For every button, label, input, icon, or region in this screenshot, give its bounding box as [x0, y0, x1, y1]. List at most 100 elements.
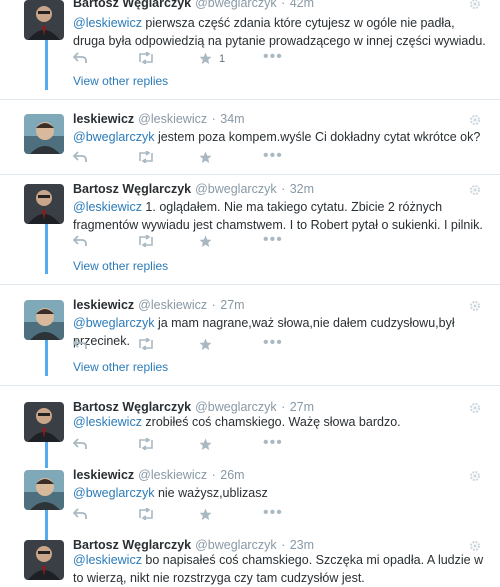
favorite-icon[interactable]	[199, 235, 212, 248]
author-handle[interactable]: @bweglarczyk	[195, 0, 276, 10]
reply-icon[interactable]	[73, 508, 87, 520]
retweet-icon[interactable]	[137, 338, 155, 350]
view-other-replies-link[interactable]: View other replies	[73, 74, 168, 88]
mention-link[interactable]: @bweglarczyk	[73, 486, 154, 500]
gear-icon[interactable]	[469, 0, 481, 10]
author-name[interactable]: Bartosz Węglarczyk	[73, 0, 191, 10]
favorite-icon[interactable]	[199, 508, 212, 521]
tweet-header: leskiewicz @leskiewicz · 34m	[73, 112, 245, 126]
author-handle[interactable]: @leskiewicz	[138, 112, 207, 126]
more-options-icon[interactable]: •••	[263, 232, 283, 248]
author-handle[interactable]: @leskiewicz	[138, 468, 207, 482]
tweet-body: nie ważysz,ublizasz	[154, 486, 268, 500]
gear-icon[interactable]	[469, 184, 481, 196]
reply-icon[interactable]	[73, 52, 87, 64]
retweet-icon[interactable]	[137, 508, 155, 520]
tweet-text: @leskiewicz zrobiłeś coś chamskiego. Waż…	[73, 413, 488, 431]
author-name[interactable]: Bartosz Węglarczyk	[73, 538, 191, 552]
view-other-replies-link[interactable]: View other replies	[73, 259, 168, 273]
tweet-body: jestem poza kompem.wyśle Ci dokładny cyt…	[154, 130, 481, 144]
more-options-icon[interactable]: •••	[263, 335, 283, 351]
tweet[interactable]: leskiewicz @leskiewicz · 27m @bweglarczyk…	[0, 298, 500, 380]
tweet-body: zrobiłeś coś chamskiego. Ważę słowa bard…	[141, 415, 401, 429]
more-options-icon[interactable]: •••	[263, 148, 283, 164]
tweet[interactable]: Bartosz Węglarczyk @bweglarczyk · 42m @le…	[0, 0, 500, 96]
author-handle[interactable]: @bweglarczyk	[195, 538, 276, 552]
tweet[interactable]: Bartosz Węglarczyk @bweglarczyk · 23m @le…	[0, 538, 500, 586]
author-handle[interactable]: @bweglarczyk	[195, 182, 276, 196]
tweet-header: Bartosz Węglarczyk @bweglarczyk · 32m	[73, 182, 315, 196]
timestamp[interactable]: 32m	[290, 182, 314, 196]
avatar[interactable]	[24, 540, 64, 580]
tweet[interactable]: leskiewicz @leskiewicz · 34m @bweglarczyk…	[0, 112, 500, 172]
tweet-text: @leskiewicz pierwsza część zdania które …	[73, 14, 488, 50]
reply-icon[interactable]	[73, 151, 87, 163]
mention-link[interactable]: @bweglarczyk	[73, 316, 154, 330]
tweet-text: @leskiewicz bo napisałeś coś chamskiego.…	[73, 551, 488, 587]
mention-link[interactable]: @leskiewicz	[73, 16, 142, 30]
gear-icon[interactable]	[469, 470, 481, 482]
retweet-icon[interactable]	[137, 151, 155, 163]
favorite-icon[interactable]	[199, 151, 212, 164]
tweet[interactable]: Bartosz Węglarczyk @bweglarczyk · 27m @le…	[0, 400, 500, 458]
gear-icon[interactable]	[469, 300, 481, 312]
divider	[0, 174, 500, 175]
divider	[0, 99, 500, 100]
mention-link[interactable]: @leskiewicz	[73, 415, 142, 429]
tweet-header: Bartosz Węglarczyk @bweglarczyk · 27m	[73, 400, 315, 414]
avatar[interactable]	[24, 300, 64, 340]
author-handle[interactable]: @leskiewicz	[138, 298, 207, 312]
favorite-icon[interactable]	[199, 52, 212, 65]
timestamp[interactable]: 34m	[220, 112, 244, 126]
favorite-count: 1	[219, 53, 226, 65]
retweet-icon[interactable]	[137, 235, 155, 247]
timestamp[interactable]: 26m	[220, 468, 244, 482]
author-name[interactable]: leskiewicz	[73, 112, 134, 126]
retweet-icon[interactable]	[137, 438, 155, 450]
tweet-text: @leskiewicz 1. oglądałem. Nie ma takiego…	[73, 198, 488, 234]
author-name[interactable]: Bartosz Węglarczyk	[73, 400, 191, 414]
view-other-replies-link[interactable]: View other replies	[73, 360, 168, 374]
tweet-text: @bweglarczyk jestem poza kompem.wyśle Ci…	[73, 128, 488, 146]
mention-link[interactable]: @bweglarczyk	[73, 130, 154, 144]
author-handle[interactable]: @bweglarczyk	[195, 400, 276, 414]
avatar[interactable]	[24, 470, 64, 510]
tweet[interactable]: leskiewicz @leskiewicz · 26m @bweglarczyk…	[0, 468, 500, 526]
gear-icon[interactable]	[469, 114, 481, 126]
timestamp[interactable]: 42m	[290, 0, 314, 10]
reply-icon[interactable]	[73, 235, 87, 247]
avatar[interactable]	[24, 0, 64, 40]
favorite-icon[interactable]	[199, 438, 212, 451]
favorite-icon[interactable]	[199, 338, 212, 351]
tweet-actions: 1 •••	[73, 49, 333, 66]
author-name[interactable]: Bartosz Węglarczyk	[73, 182, 191, 196]
divider	[0, 385, 500, 386]
author-name[interactable]: leskiewicz	[73, 468, 134, 482]
tweet-text: @bweglarczyk nie ważysz,ublizasz	[73, 484, 488, 502]
mention-link[interactable]: @leskiewicz	[73, 200, 142, 214]
tweet-actions: •••	[73, 335, 333, 352]
retweet-icon[interactable]	[137, 52, 155, 64]
tweet-actions: •••	[73, 232, 333, 249]
tweet-actions: •••	[73, 505, 333, 522]
author-name[interactable]: leskiewicz	[73, 298, 134, 312]
tweet[interactable]: Bartosz Węglarczyk @bweglarczyk · 32m @le…	[0, 182, 500, 282]
mention-link[interactable]: @leskiewicz	[73, 553, 142, 567]
reply-icon[interactable]	[73, 338, 87, 350]
reply-icon[interactable]	[73, 438, 87, 450]
avatar[interactable]	[24, 184, 64, 224]
tweet-header: Bartosz Węglarczyk @bweglarczyk · 23m	[73, 538, 315, 552]
timestamp[interactable]: 27m	[220, 298, 244, 312]
tweet-actions: •••	[73, 435, 333, 452]
timestamp[interactable]: 23m	[290, 538, 314, 552]
more-options-icon[interactable]: •••	[263, 49, 283, 65]
timestamp[interactable]: 27m	[290, 400, 314, 414]
more-options-icon[interactable]: •••	[263, 435, 283, 451]
tweet-actions: •••	[73, 148, 333, 165]
divider	[0, 284, 500, 285]
more-options-icon[interactable]: •••	[263, 505, 283, 521]
tweet-header: Bartosz Węglarczyk @bweglarczyk · 42m	[73, 0, 314, 10]
tweet-header: leskiewicz @leskiewicz · 27m	[73, 298, 245, 312]
avatar[interactable]	[24, 402, 64, 442]
avatar[interactable]	[24, 114, 64, 154]
